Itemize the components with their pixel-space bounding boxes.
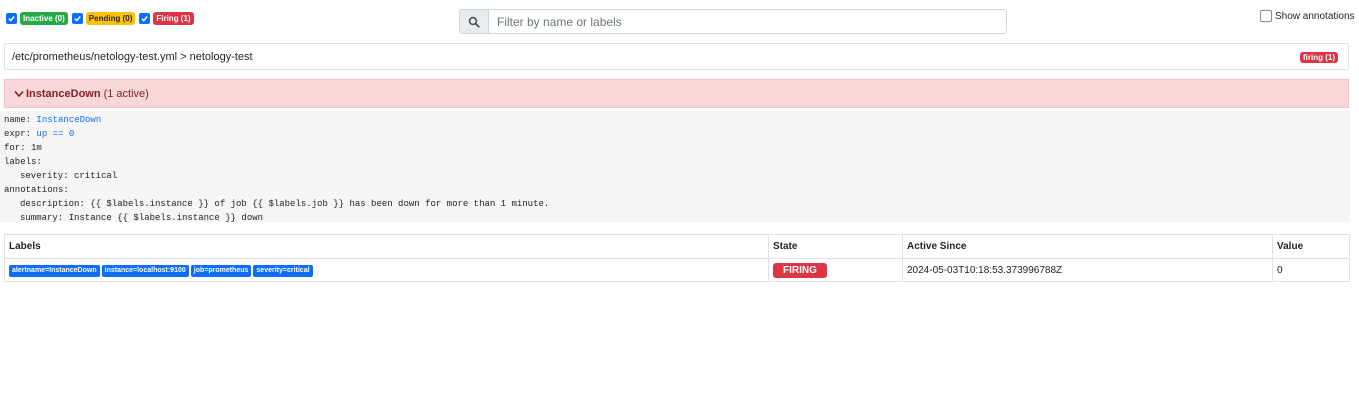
def-name-key: name: <box>4 115 32 125</box>
rule-name: InstanceDown <box>26 87 101 100</box>
label-badge: job=prometheus <box>190 264 252 277</box>
show-annotations-toggle[interactable]: Show annotations <box>1260 10 1355 22</box>
rule-group-header: /etc/prometheus/netology-test.yml > neto… <box>4 43 1349 70</box>
alerts-table: Labels State Active Since Value alertnam… <box>4 234 1350 282</box>
rule-active-count: (1 active) <box>103 87 149 100</box>
def-annotations-key: annotations: <box>4 185 69 195</box>
def-summary: summary: Instance {{ $labels.instance }}… <box>20 213 264 223</box>
rule-header-instancedown[interactable]: InstanceDown (1 active) <box>4 79 1349 108</box>
labels-cell: alertname=InstanceDown instance=localhost… <box>4 258 769 282</box>
check-icon <box>8 16 15 22</box>
label-badge: instance=localhost:9100 <box>101 264 189 277</box>
toolbar: Inactive (0) Pending (0) Firing (1) Show… <box>0 0 1359 40</box>
pending-checkbox[interactable] <box>71 13 83 24</box>
search-input[interactable] <box>488 9 1007 34</box>
pending-filter-badge[interactable]: Pending (0) <box>85 12 136 25</box>
check-icon <box>141 16 149 22</box>
check-icon <box>74 16 81 22</box>
def-description: description: {{ $labels.instance }} of j… <box>20 199 550 209</box>
search-icon <box>468 16 480 28</box>
show-annotations-label: Show annotations <box>1275 10 1355 22</box>
firing-checkbox[interactable] <box>139 13 151 24</box>
def-labels-key: labels: <box>4 157 42 167</box>
column-header-value: Value <box>1272 234 1350 259</box>
chevron-down-icon[interactable] <box>14 90 24 98</box>
def-name-value[interactable]: InstanceDown <box>36 115 101 125</box>
search-bar <box>459 9 1007 34</box>
column-header-state: State <box>768 234 903 259</box>
search-icon-button[interactable] <box>459 9 488 34</box>
state-filters: Inactive (0) Pending (0) Firing (1) <box>6 12 198 25</box>
def-expr-key: expr: <box>4 129 32 139</box>
inactive-checkbox[interactable] <box>6 13 17 24</box>
state-badge: FIRING <box>773 262 827 278</box>
def-severity: severity: critical <box>20 171 118 181</box>
active-since-cell: 2024-05-03T10:18:53.373996788Z <box>902 258 1273 282</box>
value-cell: 0 <box>1272 258 1350 282</box>
firing-filter-badge[interactable]: Firing (1) <box>153 12 194 25</box>
group-firing-badge: firing (1) <box>1300 52 1338 63</box>
def-for: for: 1m <box>4 143 42 153</box>
show-annotations-checkbox[interactable] <box>1260 10 1272 22</box>
inactive-filter-badge[interactable]: Inactive (0) <box>20 12 68 25</box>
table-header-row: Labels State Active Since Value <box>4 234 1350 259</box>
rule-group-path: /etc/prometheus/netology-test.yml > neto… <box>12 51 253 63</box>
column-header-labels: Labels <box>4 234 769 259</box>
rule-definition: name: InstanceDown expr: up == 0 for: 1m… <box>0 111 1350 223</box>
state-cell: FIRING <box>768 258 903 282</box>
label-badge: alertname=InstanceDown <box>9 264 100 277</box>
column-header-active-since: Active Since <box>902 234 1273 259</box>
def-expr-value[interactable]: up == 0 <box>36 129 74 139</box>
label-badge: severity=critical <box>253 264 313 277</box>
table-row: alertname=InstanceDown instance=localhost… <box>4 258 1350 282</box>
